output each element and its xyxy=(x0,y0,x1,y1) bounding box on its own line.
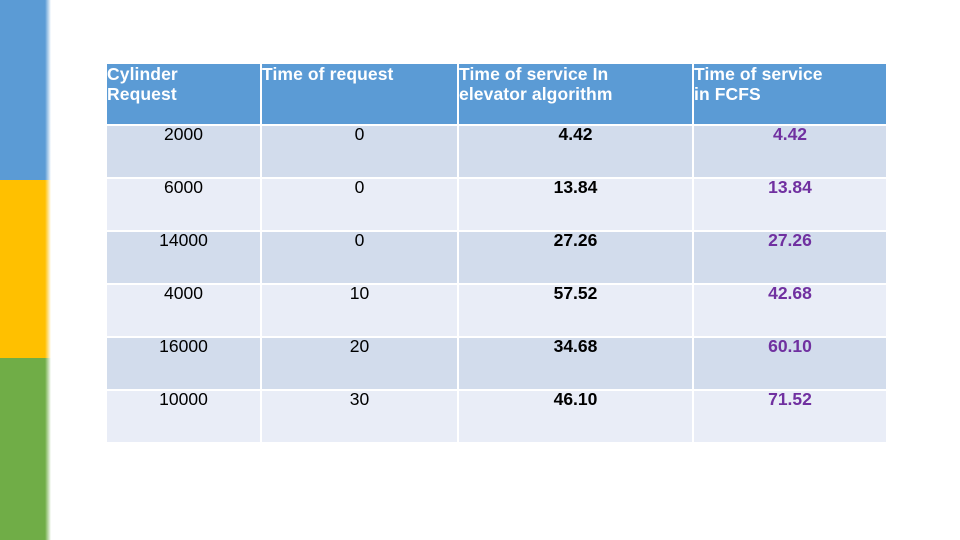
table-row: 6000 0 13.84 13.84 xyxy=(107,178,886,230)
cell-time-of-request: 0 xyxy=(262,178,457,230)
cell-time-of-request: 0 xyxy=(262,231,457,283)
cell-time-of-request: 10 xyxy=(262,284,457,336)
table-body: 2000 0 4.42 4.42 6000 0 13.84 13.84 1400… xyxy=(107,125,886,442)
accent-segment-yellow-fade xyxy=(45,180,51,358)
table-row: 16000 20 34.68 60.10 xyxy=(107,337,886,389)
cell-cylinder-request: 14000 xyxy=(107,231,260,283)
cell-cylinder-request: 2000 xyxy=(107,125,260,177)
accent-segment-yellow-fill xyxy=(0,180,45,358)
column-header-fcfs-service-time-line2: in FCFS xyxy=(694,84,761,105)
cell-fcfs-time: 27.26 xyxy=(694,231,886,283)
accent-segment-blue xyxy=(0,0,51,180)
table-row: 14000 0 27.26 27.26 xyxy=(107,231,886,283)
table-row: 10000 30 46.10 71.52 xyxy=(107,390,886,442)
table-row: 2000 0 4.42 4.42 xyxy=(107,125,886,177)
accent-segment-green-fade xyxy=(45,358,51,540)
cell-fcfs-time: 42.68 xyxy=(694,284,886,336)
cell-fcfs-time: 4.42 xyxy=(694,125,886,177)
cell-time-of-request: 20 xyxy=(262,337,457,389)
cell-fcfs-time: 71.52 xyxy=(694,390,886,442)
side-accent-bar xyxy=(0,0,51,540)
cell-fcfs-time: 60.10 xyxy=(694,337,886,389)
cell-cylinder-request: 6000 xyxy=(107,178,260,230)
cell-cylinder-request: 16000 xyxy=(107,337,260,389)
cell-elevator-time: 57.52 xyxy=(459,284,692,336)
accent-segment-blue-fade xyxy=(45,0,51,180)
accent-segment-yellow xyxy=(0,180,51,358)
cell-elevator-time: 46.10 xyxy=(459,390,692,442)
cell-cylinder-request: 4000 xyxy=(107,284,260,336)
table-header: Cylinder Request Time of request Time of… xyxy=(107,64,886,124)
cell-elevator-time: 4.42 xyxy=(459,125,692,177)
cylinder-request-table: Cylinder Request Time of request Time of… xyxy=(105,62,888,444)
cell-cylinder-request: 10000 xyxy=(107,390,260,442)
cell-elevator-time: 27.26 xyxy=(459,231,692,283)
column-header-elevator-service-time-line2: elevator algorithm xyxy=(459,84,613,105)
column-header-cylinder-request: Cylinder Request xyxy=(107,64,260,124)
accent-segment-green xyxy=(0,358,51,540)
column-header-cylinder-request-line1: Cylinder xyxy=(107,64,178,84)
table-row: 4000 10 57.52 42.68 xyxy=(107,284,886,336)
column-header-time-of-request-line1: Time of request xyxy=(262,64,394,84)
cell-fcfs-time: 13.84 xyxy=(694,178,886,230)
cell-elevator-time: 34.68 xyxy=(459,337,692,389)
column-header-elevator-service-time-line1: Time of service In xyxy=(459,64,609,84)
table-header-row: Cylinder Request Time of request Time of… xyxy=(107,64,886,124)
cell-time-of-request: 30 xyxy=(262,390,457,442)
column-header-fcfs-service-time: Time of service in FCFS xyxy=(694,64,886,124)
column-header-cylinder-request-line2: Request xyxy=(107,84,177,105)
accent-segment-blue-fill xyxy=(0,0,45,180)
column-header-time-of-request: Time of request xyxy=(262,64,457,124)
column-header-elevator-service-time: Time of service In elevator algorithm xyxy=(459,64,692,124)
accent-segment-green-fill xyxy=(0,358,45,540)
column-header-fcfs-service-time-line1: Time of service xyxy=(694,64,823,84)
cell-elevator-time: 13.84 xyxy=(459,178,692,230)
cell-time-of-request: 0 xyxy=(262,125,457,177)
